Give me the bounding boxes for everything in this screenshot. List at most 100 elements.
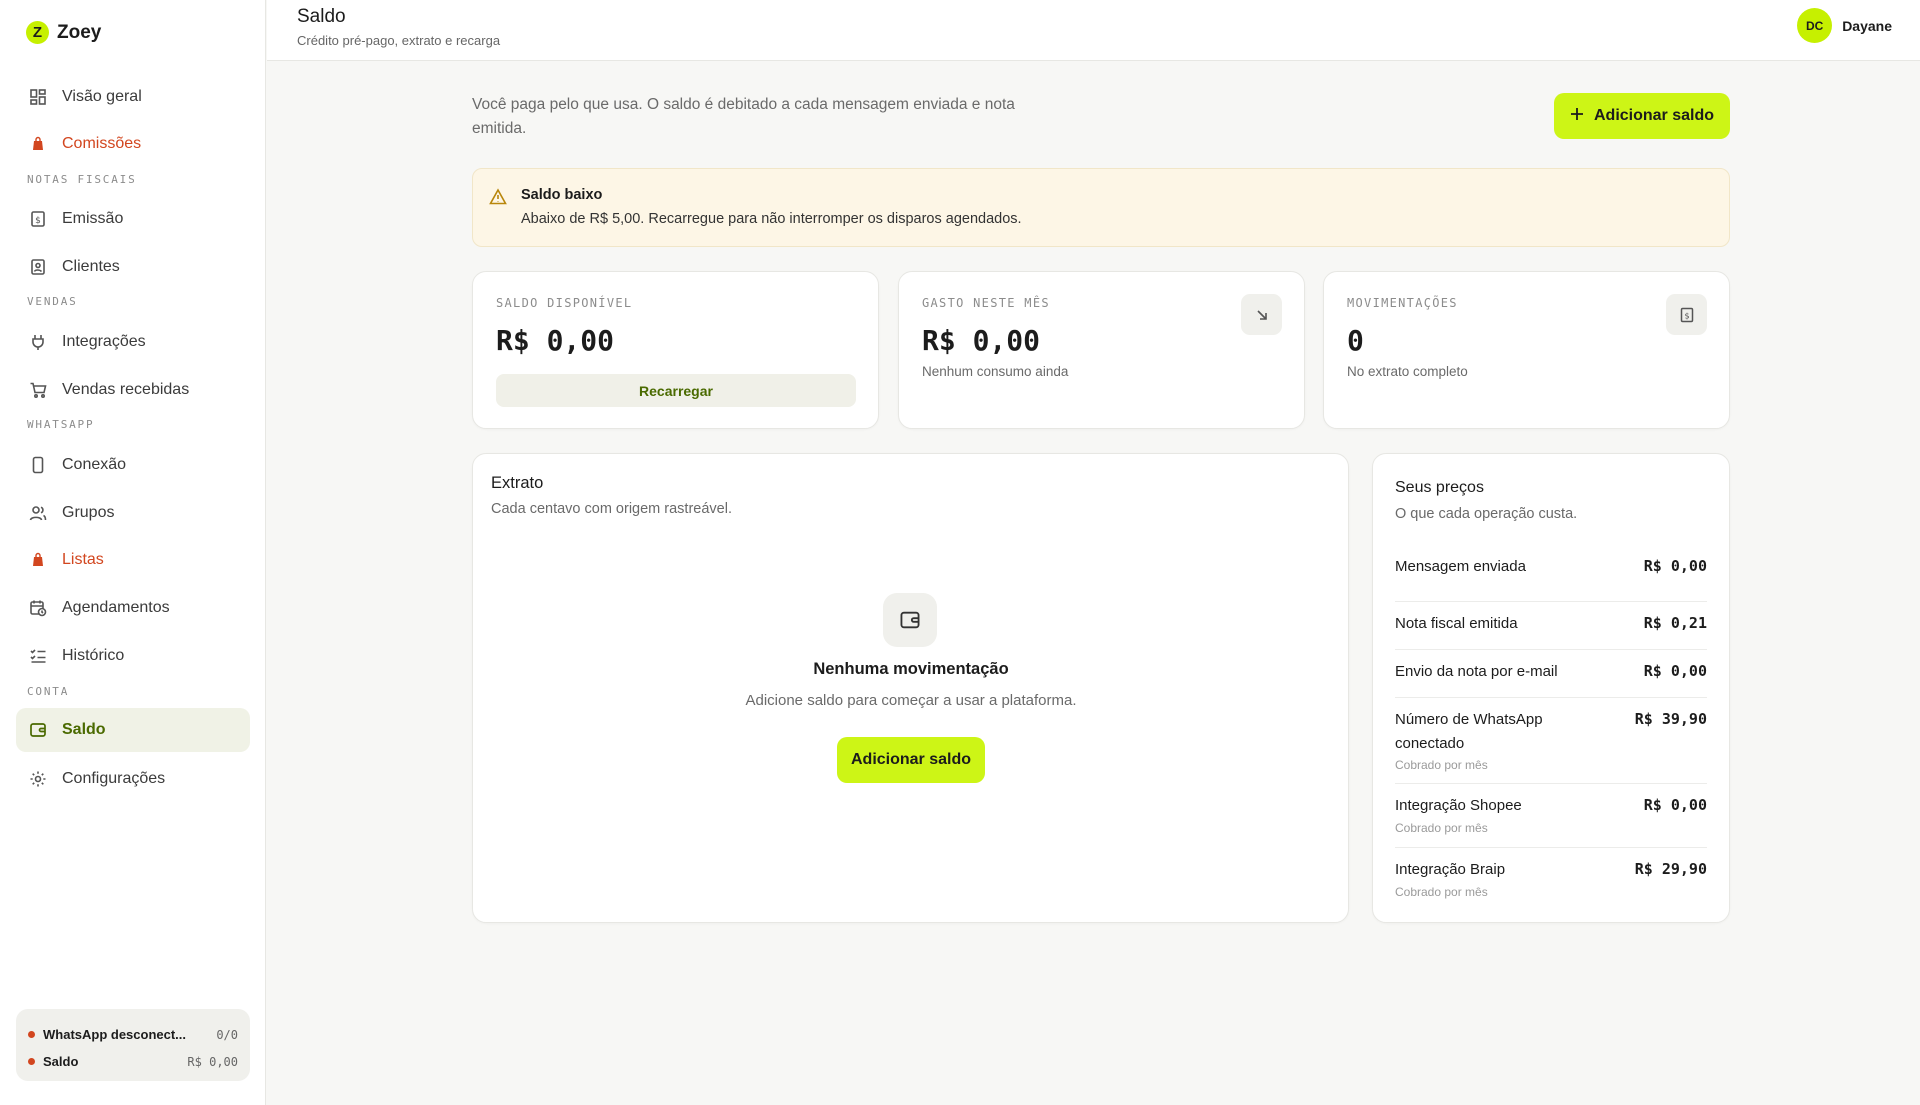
price-name: Mensagem enviada: [1395, 558, 1526, 575]
add-balance-empty-button[interactable]: Adicionar saldo: [837, 737, 985, 783]
sidebar-item-grupos[interactable]: Grupos: [16, 491, 250, 535]
grid-icon: [28, 87, 48, 107]
saldo-status-label: Saldo: [43, 1054, 79, 1069]
recharge-button[interactable]: Recarregar: [496, 374, 856, 407]
saldo-status-value: R$ 0,00: [187, 1054, 238, 1069]
sidebar-item-label: Configurações: [62, 770, 166, 787]
sidebar-item-emissao[interactable]: $ Emissão: [16, 197, 250, 241]
stat-label: MOVIMENTAÇÕES: [1347, 296, 1458, 310]
price-value: R$ 0,00: [1643, 557, 1707, 575]
sidebar-item-conexao[interactable]: Conexão: [16, 443, 250, 487]
whatsapp-status-row[interactable]: WhatsApp desconect... 0/0: [28, 1021, 238, 1048]
phone-icon: [28, 455, 48, 475]
price-row: Número de WhatsApp conectado Cobrado por…: [1395, 698, 1707, 784]
section-label-notas-fiscais: NOTAS FISCAIS: [27, 173, 137, 186]
plus-icon: [1570, 107, 1584, 126]
status-card: WhatsApp desconect... 0/0 Saldo R$ 0,00: [16, 1009, 250, 1081]
month-spend-card: GASTO NESTE MÊS R$ 0,00 Nenhum consumo a…: [898, 271, 1305, 429]
stat-note: Nenhum consumo ainda: [922, 364, 1069, 379]
alert-title: Saldo baixo: [521, 187, 603, 203]
price-name: Integração Shopee: [1395, 797, 1522, 814]
warning-icon: [489, 188, 507, 211]
price-row: Nota fiscal emitida R$ 0,21: [1395, 602, 1707, 650]
whatsapp-status-value: 0/0: [216, 1027, 238, 1042]
page-subtitle: Crédito pré-pago, extrato e recarga: [297, 33, 501, 48]
list-check-icon: [28, 646, 48, 666]
sidebar-item-label: Grupos: [62, 504, 115, 521]
calendar-clock-icon: [28, 598, 48, 618]
sidebar-item-label: Listas: [62, 551, 104, 568]
statement-subtitle: Cada centavo com origem rastreável.: [491, 501, 732, 517]
sidebar-item-label: Vendas recebidas: [62, 381, 190, 398]
sidebar-item-label: Emissão: [62, 210, 124, 227]
sidebar-item-label: Histórico: [62, 647, 125, 664]
prices-card: Seus preços O que cada operação custa. M…: [1372, 453, 1730, 923]
svg-text:$: $: [1684, 311, 1689, 320]
price-value: R$ 0,00: [1643, 796, 1707, 814]
stat-note: No extrato completo: [1347, 364, 1468, 379]
sidebar-item-configuracoes[interactable]: Configurações: [16, 757, 250, 801]
price-value: R$ 0,21: [1643, 614, 1707, 632]
add-balance-button[interactable]: Adicionar saldo: [1554, 93, 1730, 139]
gear-icon: [28, 769, 48, 789]
whatsapp-status-label: WhatsApp desconect...: [43, 1027, 187, 1042]
user-menu[interactable]: DC Dayane: [1797, 8, 1892, 43]
price-note: Cobrado por mês: [1395, 821, 1488, 835]
price-row: Envio da nota por e-mail R$ 0,00: [1395, 650, 1707, 698]
cart-icon: [28, 380, 48, 400]
saldo-status-row[interactable]: Saldo R$ 0,00: [28, 1048, 238, 1075]
prices-subtitle: O que cada operação custa.: [1395, 506, 1578, 522]
price-value: R$ 29,90: [1634, 860, 1707, 878]
price-note: Cobrado por mês: [1395, 758, 1488, 772]
statement-title: Extrato: [491, 474, 544, 492]
sidebar-item-saldo[interactable]: Saldo: [16, 708, 250, 752]
bag-icon: [28, 134, 48, 154]
arrow-down-right-icon: [1241, 294, 1282, 335]
users-icon: [28, 503, 48, 523]
sidebar-item-integracoes[interactable]: Integrações: [16, 320, 250, 364]
price-name: Número de WhatsApp conectado: [1395, 711, 1543, 752]
intro-text: Você paga pelo que usa. O saldo é debita…: [472, 96, 1015, 137]
price-value: R$ 0,00: [1643, 662, 1707, 680]
brand[interactable]: Z Zoey: [26, 21, 101, 44]
price-name: Envio da nota por e-mail: [1395, 663, 1558, 680]
empty-state-text: Adicione saldo para começar a usar a pla…: [745, 692, 1077, 709]
sidebar-item-vendas-recebidas[interactable]: Vendas recebidas: [16, 368, 250, 412]
sidebar-item-agendamentos[interactable]: Agendamentos: [16, 586, 250, 630]
brand-logo: Z: [26, 21, 49, 44]
available-balance-card: SALDO DISPONÍVEL R$ 0,00 Recarregar: [472, 271, 879, 429]
page-title: Saldo: [297, 6, 346, 27]
low-balance-alert: Saldo baixo Abaixo de R$ 5,00. Recarregu…: [472, 168, 1730, 247]
sidebar-item-visao-geral[interactable]: Visão geral: [16, 75, 250, 119]
plug-icon: [28, 332, 48, 352]
sidebar-item-clientes[interactable]: Clientes: [16, 245, 250, 289]
price-name: Nota fiscal emitida: [1395, 615, 1518, 632]
top-header: Saldo Crédito pré-pago, extrato e recarg…: [267, 0, 1920, 61]
wallet-icon: [28, 720, 48, 740]
statement-card: Extrato Cada centavo com origem rastreáv…: [472, 453, 1349, 923]
price-note: Cobrado por mês: [1395, 885, 1488, 899]
price-row: Mensagem enviada R$ 0,00: [1395, 555, 1707, 602]
sidebar-item-label: Agendamentos: [62, 599, 170, 616]
stat-value: 0: [1347, 324, 1364, 357]
sidebar-item-listas[interactable]: Listas: [16, 538, 250, 582]
sidebar-item-label: Conexão: [62, 456, 127, 473]
alert-text: Abaixo de R$ 5,00. Recarregue para não i…: [521, 211, 1022, 227]
sidebar-item-historico[interactable]: Histórico: [16, 634, 250, 678]
stat-label: SALDO DISPONÍVEL: [496, 296, 633, 310]
sidebar-item-label: Saldo: [62, 721, 106, 738]
price-name: Integração Braip: [1395, 861, 1506, 878]
section-label-vendas: VENDAS: [27, 295, 78, 308]
contact-icon: [28, 257, 48, 277]
sidebar-item-label: Integrações: [62, 333, 146, 350]
stat-label: GASTO NESTE MÊS: [922, 296, 1050, 310]
wallet-icon: [883, 593, 937, 647]
receipt-icon: $: [1666, 294, 1707, 335]
bag-icon: [28, 550, 48, 570]
price-row: Integração Braip Cobrado por mês R$ 29,9…: [1395, 848, 1707, 908]
stat-value: R$ 0,00: [922, 324, 1041, 357]
sidebar: Z Zoey Visão geral Comissões NOTAS FISCA…: [0, 0, 266, 1105]
user-name: Dayane: [1842, 17, 1892, 34]
status-dot: [28, 1031, 35, 1038]
sidebar-item-comissoes[interactable]: Comissões: [16, 122, 250, 166]
